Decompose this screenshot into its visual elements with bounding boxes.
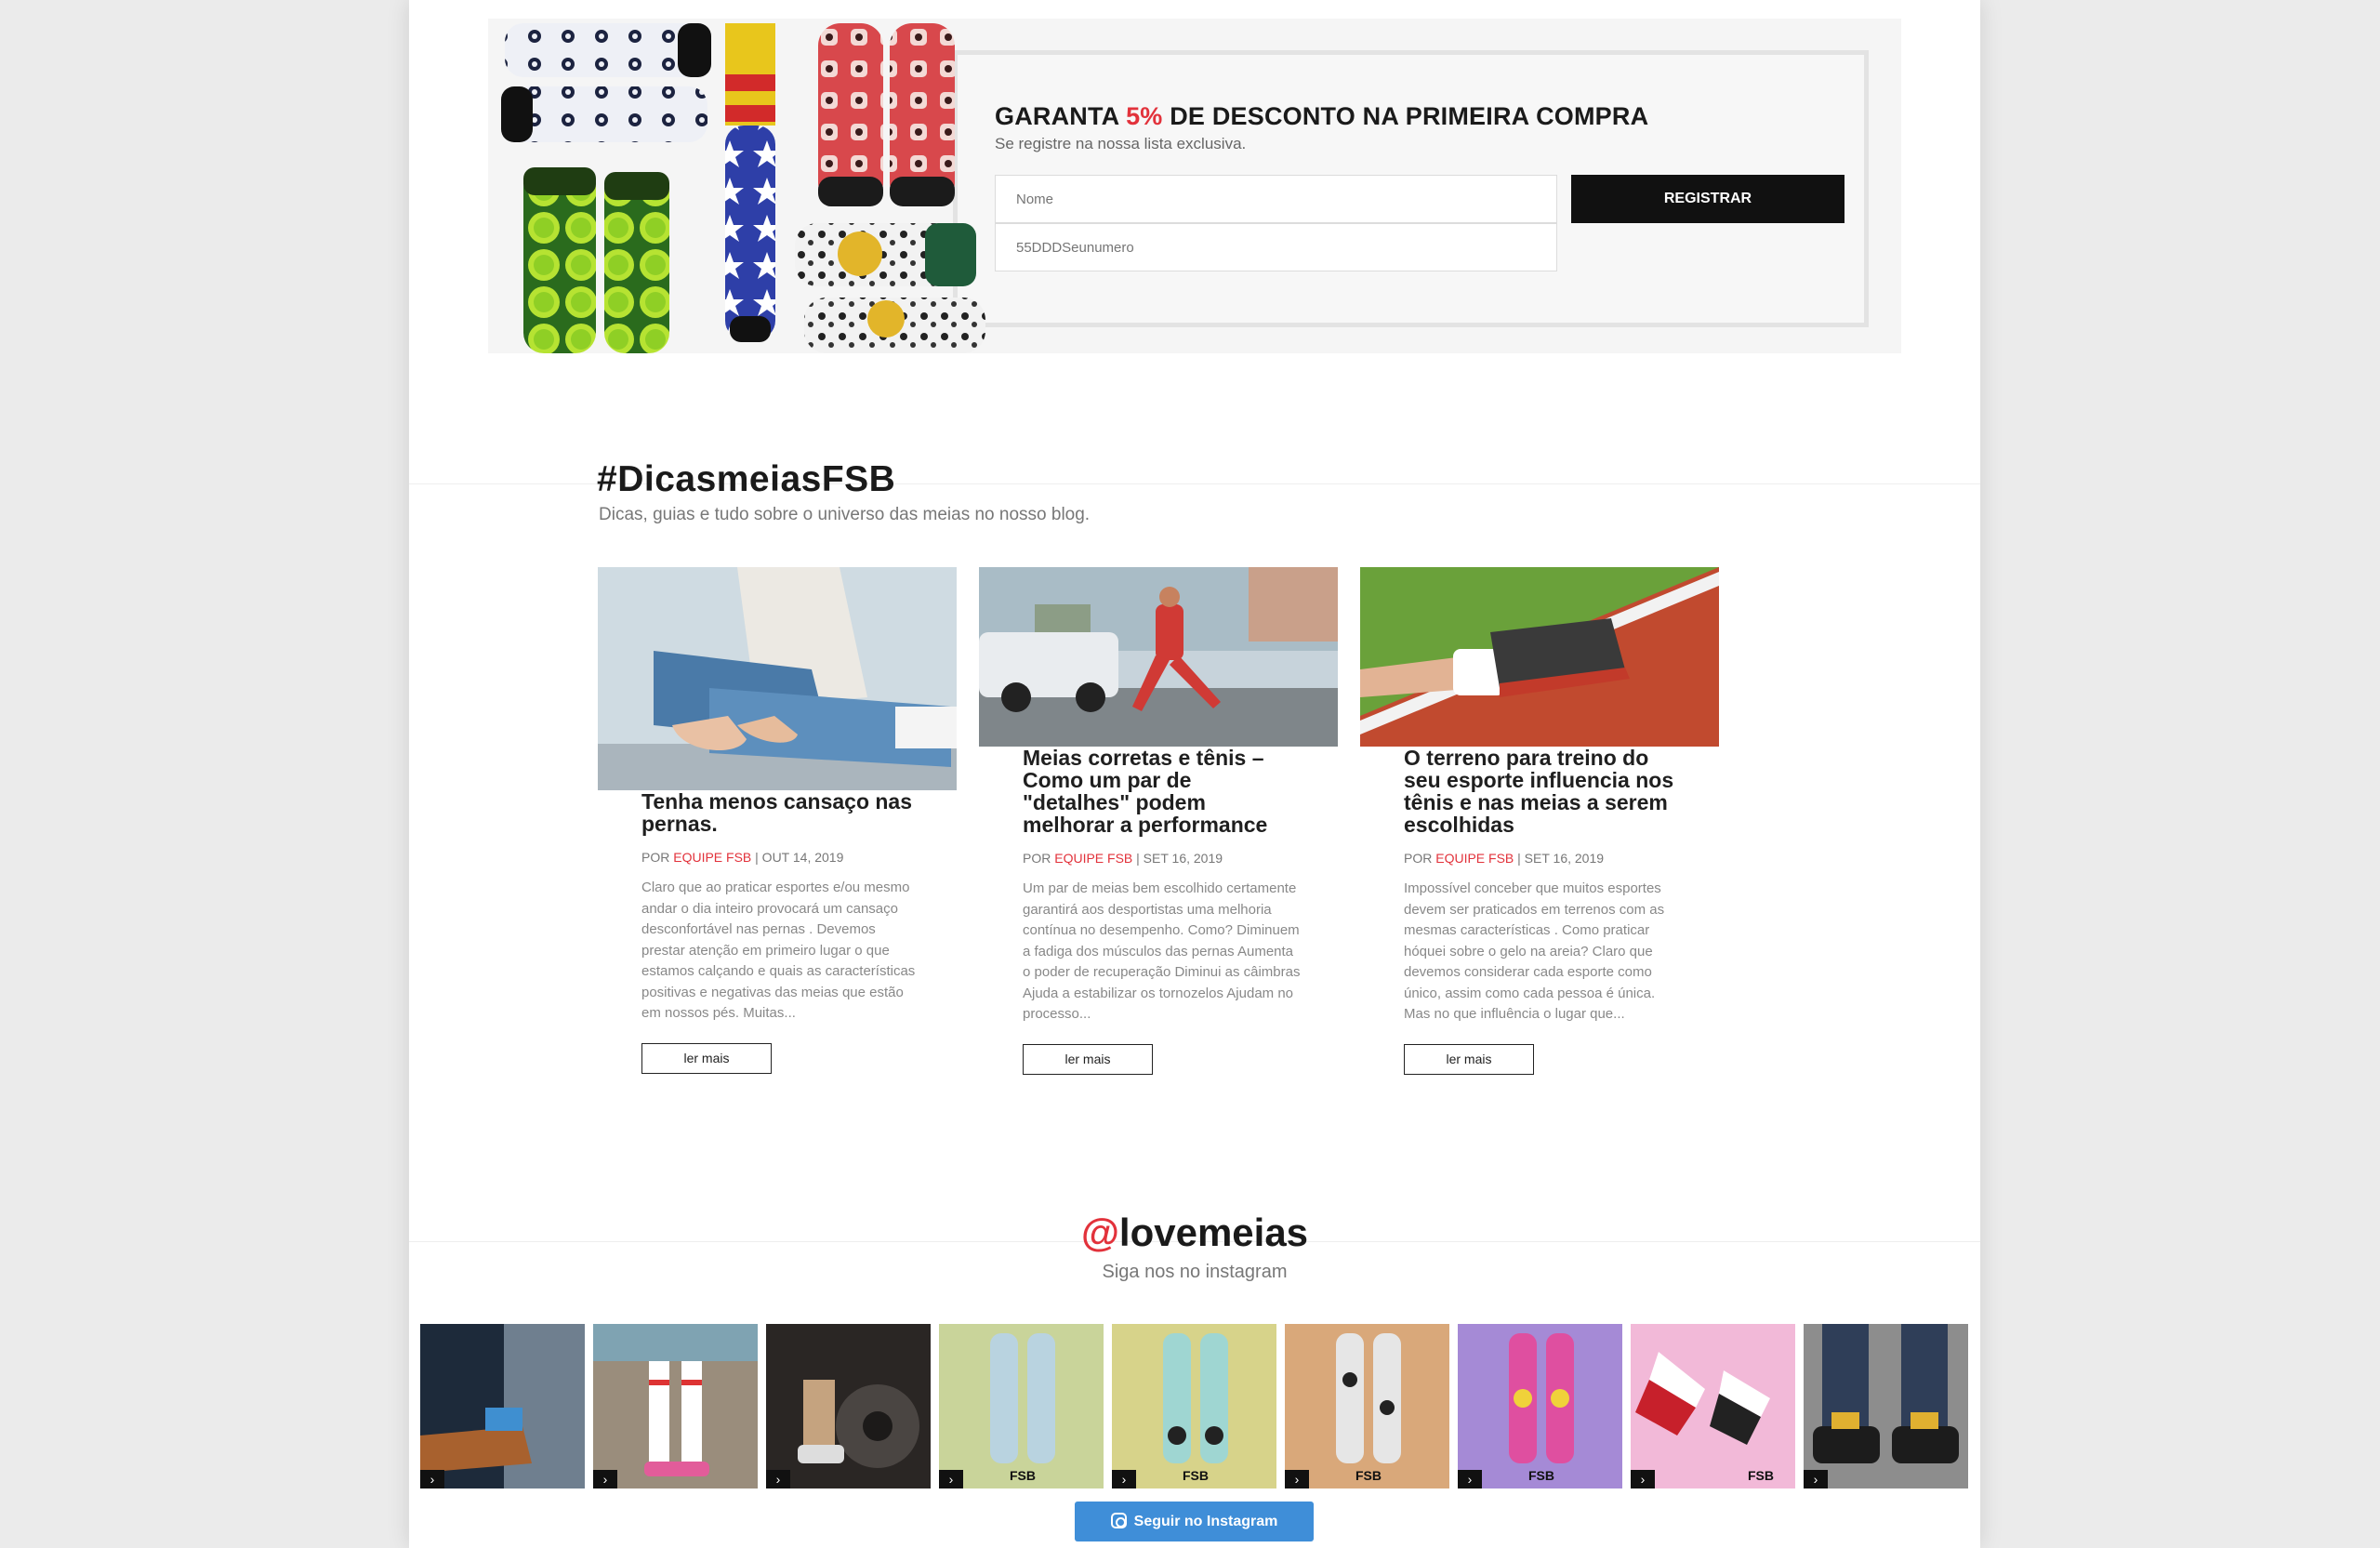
chevron-right-icon: › (766, 1470, 790, 1488)
blog-card-image[interactable] (598, 567, 957, 790)
post-photo (766, 1324, 931, 1488)
instagram-handle-text: lovemeias (1118, 1211, 1309, 1254)
blog-card-excerpt: Claro que ao praticar esportes e/ou mesm… (641, 880, 916, 1021)
chevron-right-icon: › (1631, 1470, 1655, 1488)
register-button[interactable]: REGISTRAR (1571, 175, 1844, 223)
blog-card-meta: POR EQUIPE FSB | SET 16, 2019 (1023, 851, 1302, 866)
discount-highlight: 5% (1126, 102, 1163, 130)
meta-prefix: POR (641, 850, 674, 865)
runner-photo (979, 567, 1338, 747)
instagram-post[interactable]: › (1804, 1324, 1968, 1488)
blog-card-title[interactable]: O terreno para treino do seu esporte inf… (1404, 747, 1683, 836)
post-date: | SET 16, 2019 (1514, 851, 1605, 866)
instagram-post[interactable]: FSB › (1285, 1324, 1449, 1488)
brand-mark: FSB (1010, 1468, 1036, 1483)
blog-subtitle: Dicas, guias e tudo sobre o universo das… (599, 505, 1091, 524)
brand-mark: FSB (1528, 1468, 1554, 1483)
post-photo: FSB (1285, 1324, 1449, 1488)
blog-card-excerpt: Impossível conceber que muitos esportes … (1404, 880, 1665, 1022)
instagram-post[interactable]: › (420, 1324, 585, 1488)
meta-prefix: POR (1023, 851, 1055, 866)
chevron-right-icon: › (420, 1470, 444, 1488)
follow-instagram-button[interactable]: Seguir no Instagram (1075, 1502, 1314, 1541)
post-photo: FSB (939, 1324, 1104, 1488)
instagram-feed: › › › FSB › FSB › FSB › FSB › FSB › › (420, 1324, 1969, 1488)
chevron-right-icon: › (593, 1470, 617, 1488)
phone-input[interactable] (995, 223, 1557, 271)
socks-image (488, 23, 990, 353)
chevron-right-icon: › (1458, 1470, 1482, 1488)
meta-prefix: POR (1404, 851, 1436, 866)
page: GARANTA 5% DE DESCONTO NA PRIMEIRA COMPR… (409, 0, 1980, 1548)
instagram-icon (1110, 1513, 1127, 1528)
brand-mark: FSB (1748, 1468, 1774, 1483)
post-photo (420, 1324, 585, 1488)
follow-instagram-label: Seguir no Instagram (1133, 1514, 1278, 1529)
blog-card-excerpt: Um par de meias bem escolhido certamente… (1023, 880, 1301, 1022)
blog-card: O terreno para treino do seu esporte inf… (1360, 567, 1719, 1075)
read-more-button[interactable]: ler mais (641, 1042, 772, 1074)
author-link[interactable]: EQUIPE FSB (1435, 851, 1514, 866)
read-more-button[interactable]: ler mais (1023, 1043, 1153, 1075)
read-more-button[interactable]: ler mais (1404, 1043, 1534, 1075)
instagram-post[interactable]: FSB › (1631, 1324, 1795, 1488)
chevron-right-icon: › (939, 1470, 963, 1488)
post-photo: FSB (1112, 1324, 1276, 1488)
post-photo (593, 1324, 758, 1488)
blog-card-image[interactable] (979, 567, 1338, 747)
post-photo: FSB (1458, 1324, 1622, 1488)
chevron-right-icon: › (1285, 1470, 1309, 1488)
instagram-subtitle: Siga nos no instagram (1102, 1262, 1288, 1282)
at-icon: @ (1080, 1211, 1119, 1254)
brand-mark: FSB (1355, 1468, 1382, 1483)
author-link[interactable]: EQUIPE FSB (673, 850, 751, 865)
newsletter-subtitle: Se registre na nossa lista exclusiva. (995, 135, 1247, 152)
blog-card-body: O terreno para treino do seu esporte inf… (1404, 747, 1683, 1075)
newsletter-title-post: DE DESCONTO NA PRIMEIRA COMPRA (1162, 102, 1649, 130)
post-photo (1804, 1324, 1968, 1488)
instagram-handle: @lovemeias (409, 1211, 1980, 1255)
chevron-right-icon: › (1804, 1470, 1828, 1488)
instagram-post[interactable]: FSB › (1112, 1324, 1276, 1488)
blog-card-body: Tenha menos cansaço nas pernas. POR EQUI… (641, 790, 920, 1074)
post-date: | SET 16, 2019 (1132, 851, 1223, 866)
instagram-post[interactable]: FSB › (939, 1324, 1104, 1488)
instagram-post[interactable]: › (593, 1324, 758, 1488)
post-photo: FSB (1631, 1324, 1795, 1488)
instagram-post[interactable]: › (766, 1324, 931, 1488)
name-input[interactable] (995, 175, 1557, 223)
socks-illustration (501, 23, 985, 353)
newsletter-section: GARANTA 5% DE DESCONTO NA PRIMEIRA COMPR… (488, 19, 1901, 353)
blog-card-image[interactable] (1360, 567, 1719, 747)
turf-photo (1360, 567, 1719, 747)
chevron-right-icon: › (1112, 1470, 1136, 1488)
instagram-post[interactable]: FSB › (1458, 1324, 1622, 1488)
blog-title: #DicasmeiasFSB (597, 459, 896, 499)
blog-card-title[interactable]: Meias corretas e tênis – Como um par de … (1023, 747, 1302, 836)
blog-card-title[interactable]: Tenha menos cansaço nas pernas. (641, 790, 920, 835)
author-link[interactable]: EQUIPE FSB (1054, 851, 1132, 866)
blog-card: Meias corretas e tênis – Como um par de … (979, 567, 1338, 1075)
blog-card: Tenha menos cansaço nas pernas. POR EQUI… (598, 567, 957, 1074)
blog-card-meta: POR EQUIPE FSB | OUT 14, 2019 (641, 850, 920, 865)
newsletter-title-pre: GARANTA (995, 102, 1127, 130)
newsletter-title: GARANTA 5% DE DESCONTO NA PRIMEIRA COMPR… (995, 102, 1648, 131)
brand-mark: FSB (1183, 1468, 1209, 1483)
legs-photo (598, 567, 957, 790)
blog-card-body: Meias corretas e tênis – Como um par de … (1023, 747, 1302, 1075)
blog-card-meta: POR EQUIPE FSB | SET 16, 2019 (1404, 851, 1683, 866)
post-date: | OUT 14, 2019 (751, 850, 844, 865)
